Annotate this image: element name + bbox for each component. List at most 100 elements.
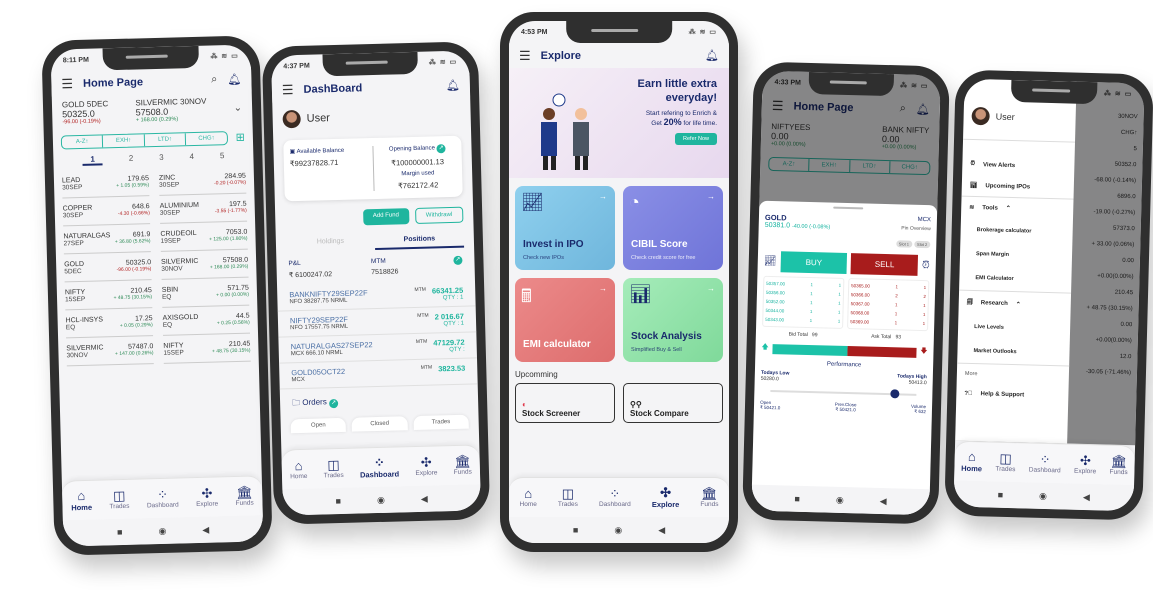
chevron-down-icon[interactable]: ⌄ — [234, 103, 243, 114]
card-emi-calculator[interactable]: 🖩︎ → EMI calculator — [515, 278, 615, 362]
card-cibil-score[interactable]: ◔ → CIBIL Score Check credit score for free — [623, 186, 723, 270]
drawer-market-outlooks[interactable]: Market Outlooks — [957, 339, 1069, 366]
home-button[interactable]: ◉ — [377, 494, 385, 505]
nav-explore[interactable]: ✣ Explore — [1074, 453, 1097, 476]
home-button[interactable]: ◉ — [836, 494, 844, 505]
home-button[interactable]: ◉ — [158, 525, 166, 536]
back-button[interactable]: ◀ — [880, 495, 887, 506]
nav-home[interactable]: ⌂ Home — [290, 458, 308, 481]
nav-funds[interactable]: 🏛︎ Funds — [453, 453, 472, 476]
expand-icon[interactable]: ↗ — [453, 255, 463, 265]
watchlist-item[interactable]: ALUMINIUM 30SEP 197.5 -3.55 (-1.77%) — [159, 193, 248, 224]
sort-ltd-button[interactable]: LTD↑ — [144, 133, 187, 147]
watchlist-item[interactable]: SILVERMIC 30NOV 57508.0 + 168.00 (0.29%) — [160, 249, 249, 280]
nav-dashboard[interactable]: ⁘ Dashboard — [599, 486, 631, 508]
nav-explore[interactable]: ✣ Explore — [196, 485, 218, 508]
card-invest-ipo[interactable]: 📈︎ → Invest in IPO Check new IPOs — [515, 186, 615, 270]
tab-positions[interactable]: Positions — [374, 230, 465, 251]
watchlist-item[interactable]: SBIN EQ 571.75 + 0.00 (0.00%) — [161, 277, 250, 308]
page-tab[interactable]: 3 — [159, 153, 164, 164]
sort-az-button[interactable]: A-Z↑ — [61, 135, 104, 149]
recents-button[interactable]: ■ — [335, 496, 341, 506]
bid-row[interactable]: 50343.00 1 1 — [765, 315, 840, 326]
recents-button[interactable]: ■ — [998, 490, 1004, 500]
search-icon[interactable]: ⌕ — [211, 73, 218, 86]
sort-exh-button[interactable]: EXH↑ — [103, 134, 145, 148]
watchlist-item[interactable]: SILVERMIC 30NOV 57487.0 + 147.00 (0.26%) — [66, 336, 154, 367]
refer-now-button[interactable]: Refer Now — [675, 132, 717, 145]
page-tab[interactable]: 1 — [82, 154, 103, 166]
menu-icon[interactable]: ☰ — [61, 76, 73, 91]
nav-trades[interactable]: ◫ Trades — [323, 457, 344, 480]
drawer-brokerage-calculator[interactable]: Brokerage calculator — [960, 218, 1072, 245]
watchlist-item[interactable]: GOLD 5DEC 50325.0 -96.00 (-0.19%) — [63, 252, 152, 283]
nav-funds[interactable]: 🏛︎ Funds — [235, 484, 254, 507]
menu-icon[interactable]: ☰ — [282, 82, 294, 97]
tab-closed-orders[interactable]: Closed — [351, 416, 408, 432]
recents-button[interactable]: ■ — [117, 527, 123, 537]
tab-holdings[interactable]: Holdings — [286, 233, 375, 252]
drawer-span-margin[interactable]: Span Margin — [960, 242, 1072, 269]
nav-dashboard[interactable]: ⁘ Dashboard — [146, 487, 179, 510]
drawer-live-levels[interactable]: Live Levels — [958, 315, 1070, 342]
nav-trades[interactable]: ◫ Trades — [109, 488, 129, 511]
slot-2-chip[interactable]: Slot 2 — [913, 240, 931, 249]
withdraw-button[interactable]: Withdrawl — [414, 206, 464, 224]
ticker-card[interactable]: SILVERMIC 30NOV 57508.0 + 168.00 (0.29%) — [135, 97, 207, 124]
watchlist-item[interactable]: NATURALGAS 27SEP 691.9 + 36.80 (5.62%) — [63, 224, 151, 255]
nav-funds[interactable]: 🏛︎ Funds — [1109, 454, 1128, 477]
watchlist-item[interactable]: ZINC 30SEP 284.95 -0.20 (-0.07%) — [158, 165, 247, 196]
drawer-emi-calculator[interactable]: EMI Calculator — [959, 266, 1071, 293]
card-stock-analysis[interactable]: 📊︎ → Stock Analysis Simplified Buy & Sell — [623, 278, 723, 362]
page-tab[interactable]: 4 — [189, 152, 194, 163]
nav-home[interactable]: ⌂ Home — [961, 449, 982, 474]
chart-icon[interactable]: 📈︎ — [764, 256, 777, 267]
nav-home[interactable]: ⌂ Home — [520, 486, 537, 508]
drawer-research[interactable]: 🗐︎ Research ⌃ — [958, 291, 1070, 318]
drawer-tools[interactable]: ≋ Tools ⌃ — [961, 197, 1073, 221]
drawer-help-support[interactable]: ?⃝ Help & Support — [956, 384, 1068, 407]
add-fund-button[interactable]: Add Fund — [362, 208, 410, 226]
expand-icon[interactable]: ↗ — [328, 399, 339, 409]
nav-explore[interactable]: ✣ Explore — [652, 485, 680, 509]
stock-screener-card[interactable]: ◐ Stock Screener — [515, 383, 615, 423]
watchlist-item[interactable]: HCL-INSYS EQ 17.25 + 0.05 (0.29%) — [65, 308, 154, 339]
nav-trades[interactable]: ◫ Trades — [558, 486, 578, 508]
nav-dashboard[interactable]: ⁘ Dashboard — [1029, 452, 1061, 475]
ask-row[interactable]: 50369.00 1 1 — [850, 317, 925, 328]
back-button[interactable]: ◀ — [658, 525, 665, 536]
alarm-icon[interactable]: ⏰︎ — [922, 260, 930, 271]
ticker-card[interactable]: GOLD 5DEC 50325.0 -96.00 (-0.19%) — [62, 99, 109, 125]
tab-trades[interactable]: Trades — [413, 414, 469, 431]
nav-funds[interactable]: 🏛︎ Funds — [700, 486, 718, 508]
home-button[interactable]: ◉ — [614, 525, 622, 536]
nav-dashboard[interactable]: ⁘ Dashboard — [360, 455, 399, 480]
page-tab[interactable]: 5 — [220, 151, 225, 162]
watchlist-item[interactable]: LEAD 30SEP 179.65 + 1.05 (0.59%) — [61, 168, 150, 199]
back-button[interactable]: ◀ — [421, 493, 428, 504]
sell-button[interactable]: SELL — [850, 253, 919, 276]
nav-trades[interactable]: ◫ Trades — [995, 451, 1016, 474]
expand-icon[interactable]: ↗ — [436, 144, 446, 154]
referral-banner[interactable]: Earn little extra everyday! Start referi… — [509, 68, 729, 178]
buy-button[interactable]: BUY — [780, 251, 848, 275]
watchlist-item[interactable]: COPPER 30SEP 648.6 -4.30 (-0.66%) — [62, 196, 151, 227]
menu-icon[interactable]: ☰ — [519, 49, 531, 62]
home-button[interactable]: ◉ — [1039, 490, 1047, 501]
bell-icon[interactable]: 🔔︎ — [227, 73, 241, 86]
watchlist-item[interactable]: NIFTY 15SEP 210.45 + 48.75 (30.15%) — [163, 333, 251, 364]
tab-open-orders[interactable]: Open — [290, 417, 347, 434]
recents-button[interactable]: ■ — [794, 494, 800, 504]
grid-view-icon[interactable]: ⊞ — [235, 130, 246, 143]
stock-compare-card[interactable]: ⚲⚲ Stock Compare — [623, 383, 723, 423]
back-button[interactable]: ◀ — [1083, 491, 1090, 502]
drag-handle[interactable] — [833, 206, 864, 210]
drawer-upcoming-ipos[interactable]: 📊︎ Upcoming IPOs — [962, 175, 1074, 199]
sort-chg-button[interactable]: CHG↑ — [186, 132, 227, 145]
slot-1-chip[interactable]: Slot 1 — [895, 240, 913, 248]
watchlist-item[interactable]: NIFTY 15SEP 210.45 + 48.75 (30.15%) — [64, 280, 153, 311]
bell-icon[interactable]: 🔔︎ — [705, 49, 719, 62]
nav-explore[interactable]: ✣ Explore — [415, 454, 437, 477]
recents-button[interactable]: ■ — [573, 525, 578, 535]
watchlist-item[interactable]: AXISGOLD EQ 44.5 + 0.25 (0.56%) — [162, 305, 251, 336]
